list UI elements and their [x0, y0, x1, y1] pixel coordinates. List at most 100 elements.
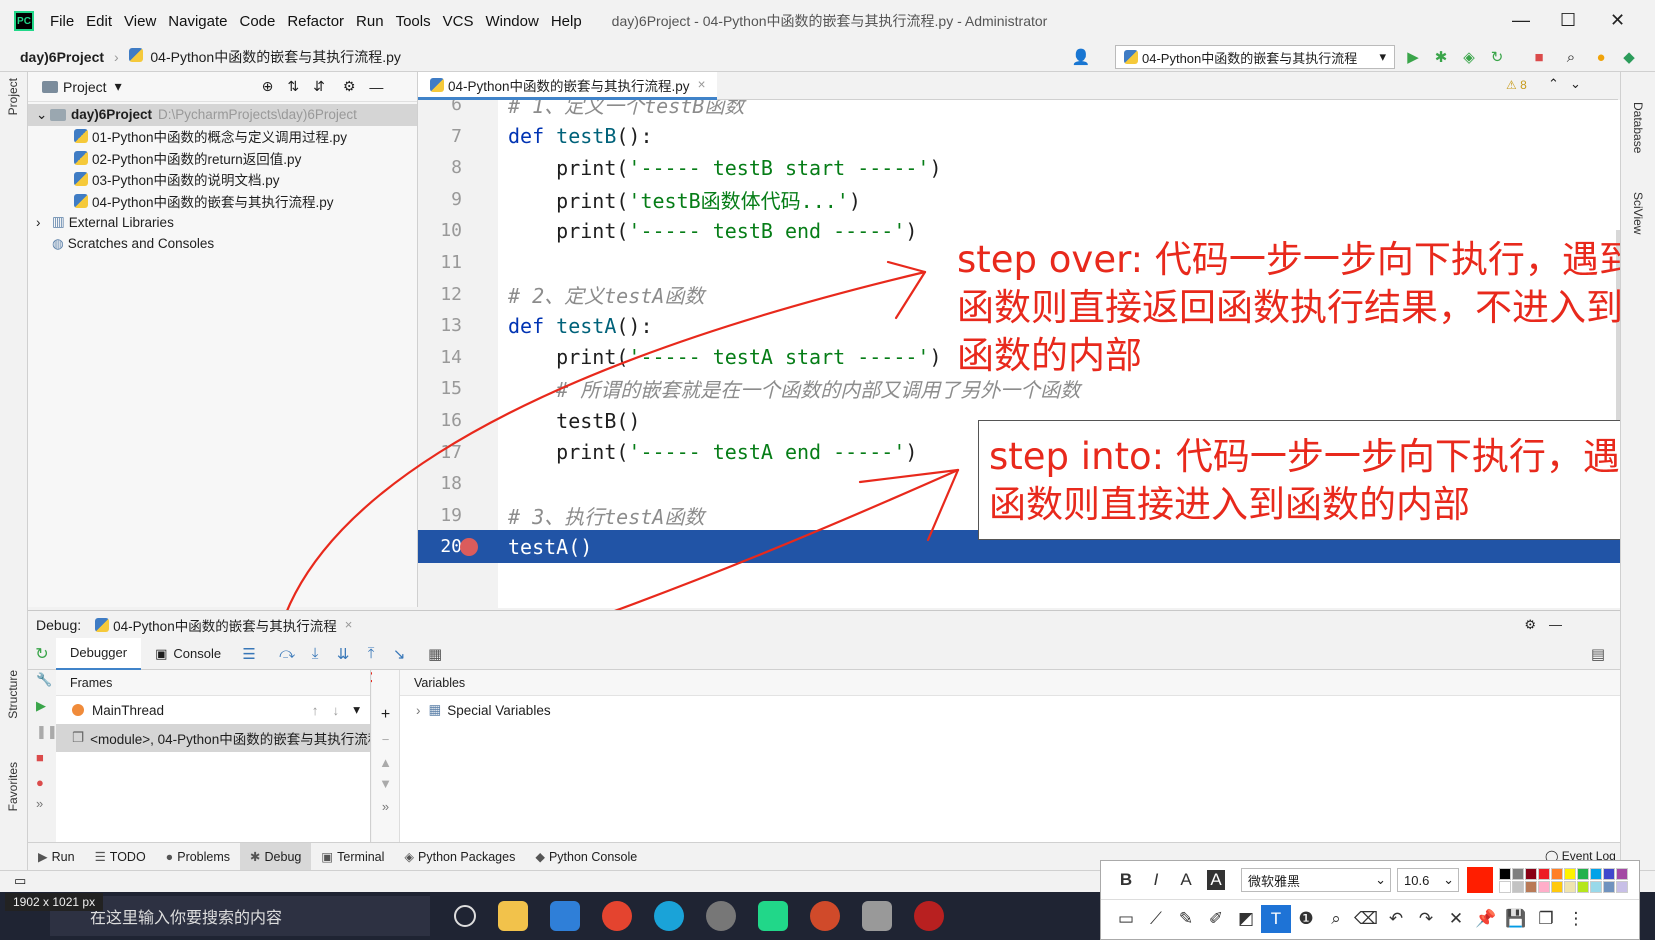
color-swatch[interactable]	[1603, 867, 1615, 880]
cancel-icon[interactable]: ✕	[1441, 905, 1471, 933]
color-swatch[interactable]	[1538, 867, 1550, 880]
wrench-icon[interactable]: 🔧	[36, 672, 56, 688]
down-arrow-icon[interactable]: ↓	[332, 703, 339, 718]
color-swatch[interactable]	[1499, 867, 1511, 880]
powerpoint-icon[interactable]	[810, 901, 840, 931]
special-variables-row[interactable]: › ▦ Special Variables	[400, 696, 1620, 724]
color-swatch[interactable]	[1564, 867, 1576, 880]
color-swatch[interactable]	[1577, 880, 1589, 893]
step-out-icon[interactable]: ⤒	[359, 642, 383, 666]
move-down-icon[interactable]: ▼	[372, 776, 399, 791]
more-icon[interactable]: ⋮	[1561, 905, 1591, 933]
color-swatch[interactable]	[1603, 880, 1615, 893]
color-swatch[interactable]	[1512, 880, 1524, 893]
menu-lines-icon[interactable]: ☰	[237, 642, 261, 666]
thread-select[interactable]: MainThread ↑ ↓ ▾	[56, 696, 370, 724]
tool-tab-todo[interactable]: ☰ TODO	[85, 843, 156, 871]
layout-icon[interactable]: ▭	[14, 873, 26, 889]
tool-tab-run[interactable]: ▶ Run	[28, 843, 85, 871]
remove-watch-icon[interactable]: −	[372, 732, 399, 747]
add-watch-icon[interactable]: +	[372, 706, 399, 724]
edge-icon[interactable]	[654, 901, 684, 931]
task-view-icon[interactable]	[454, 905, 476, 927]
step-into-icon[interactable]: ⤓	[303, 642, 327, 666]
mosaic-tool-icon[interactable]: ◩	[1231, 905, 1261, 933]
tool-tab-debug[interactable]: ✱ Debug	[240, 842, 312, 871]
eraser-tool-icon[interactable]: ⌫	[1351, 905, 1381, 933]
tab-console[interactable]: ▣ Console	[141, 638, 235, 670]
color-swatch[interactable]	[1512, 867, 1524, 880]
recorder-icon[interactable]	[914, 901, 944, 931]
chevron-down-icon: ⌄	[1443, 872, 1454, 887]
bold-button[interactable]: B	[1111, 866, 1141, 894]
chevron-down-icon[interactable]: ▾	[353, 702, 360, 718]
debug-side-controls: 🔧 ▶ ❚❚ ■ ● »	[36, 670, 58, 842]
magnifier-tool-icon[interactable]: ⌕	[1321, 905, 1351, 933]
variables-controls: + − ▲ ▼ »	[372, 670, 400, 842]
tool-tab-python-console[interactable]: ◆ Python Console	[525, 843, 647, 871]
rerun-icon[interactable]: ↻	[28, 644, 56, 664]
color-swatch[interactable]	[1551, 880, 1563, 893]
text-background-button[interactable]: A	[1201, 866, 1231, 894]
italic-button[interactable]: I	[1141, 866, 1171, 894]
save-icon[interactable]: 💾	[1501, 905, 1531, 933]
rectangle-tool-icon[interactable]: ▭	[1111, 905, 1141, 933]
close-tab-icon[interactable]: ×	[345, 617, 353, 632]
move-up-icon[interactable]: ▲	[372, 755, 399, 770]
copy-icon[interactable]: ❐	[1531, 905, 1561, 933]
evaluate-expression-icon[interactable]: ▦	[423, 642, 447, 666]
frame-row[interactable]: ❐ <module>, 04-Python中函数的嵌套与其执行流程	[56, 724, 370, 752]
text-tool-icon[interactable]: T	[1261, 904, 1291, 933]
redo-icon[interactable]: ↷	[1411, 905, 1441, 933]
chrome-icon[interactable]	[602, 901, 632, 931]
color-swatch[interactable]	[1538, 880, 1550, 893]
tool-tab-terminal[interactable]: ▣ Terminal	[311, 843, 394, 871]
database-tool-tab[interactable]: Database	[1631, 102, 1645, 153]
color-swatch[interactable]	[1499, 880, 1511, 893]
run-to-cursor-icon[interactable]: ↘	[387, 642, 411, 666]
pen-tool-icon[interactable]: ✎	[1171, 905, 1201, 933]
debug-session-tab[interactable]: 04-Python中函数的嵌套与其执行流程	[113, 615, 337, 635]
file-explorer-icon[interactable]	[498, 901, 528, 931]
line-tool-icon[interactable]: ⟋	[1141, 905, 1171, 933]
camera-app-icon[interactable]	[706, 901, 736, 931]
number-tool-icon[interactable]: ❶	[1291, 905, 1321, 933]
pin-icon[interactable]: 📌	[1471, 905, 1501, 933]
color-swatch[interactable]	[1525, 867, 1537, 880]
up-arrow-icon[interactable]: ↑	[312, 703, 319, 718]
sciview-tool-tab[interactable]: SciView	[1631, 192, 1645, 234]
color-swatch[interactable]	[1564, 880, 1576, 893]
font-size-select[interactable]: 10.6 ⌄	[1397, 868, 1459, 892]
taskbar-search-input[interactable]: 在这里输入你要搜索的内容	[50, 896, 430, 936]
view-breakpoints-icon[interactable]: ●	[36, 775, 56, 790]
tool-tab-python-packages[interactable]: ◈ Python Packages	[394, 843, 525, 871]
tool-tab-problems[interactable]: ● Problems	[156, 843, 240, 871]
color-swatch[interactable]	[1525, 880, 1537, 893]
resume-icon[interactable]: ▶	[36, 698, 56, 714]
layout-settings-icon[interactable]: ▤	[1586, 642, 1610, 666]
font-style-button[interactable]: A	[1171, 866, 1201, 894]
undo-icon[interactable]: ↶	[1381, 905, 1411, 933]
step-over-icon[interactable]: ⤼	[275, 642, 299, 666]
dictionary-app-icon[interactable]	[550, 901, 580, 931]
chevron-right-icon[interactable]: ›	[416, 703, 421, 718]
color-swatch[interactable]	[1590, 880, 1602, 893]
pycharm-task-icon[interactable]	[758, 901, 788, 931]
more-icon[interactable]: »	[36, 796, 56, 811]
tab-debugger[interactable]: Debugger	[56, 637, 142, 670]
current-color-swatch[interactable]	[1467, 867, 1493, 893]
more-icon[interactable]: »	[372, 799, 399, 814]
hide-icon[interactable]: —	[1549, 617, 1562, 632]
stop-icon[interactable]: ■	[36, 750, 56, 765]
color-swatch[interactable]	[1616, 867, 1628, 880]
color-swatch[interactable]	[1577, 867, 1589, 880]
marker-tool-icon[interactable]: ✐	[1201, 905, 1231, 933]
pause-icon[interactable]: ❚❚	[36, 724, 58, 740]
font-family-select[interactable]: 微软雅黑 ⌄	[1241, 868, 1391, 892]
color-swatch[interactable]	[1551, 867, 1563, 880]
color-swatch[interactable]	[1590, 867, 1602, 880]
gear-icon[interactable]: ⚙	[1524, 617, 1536, 633]
typora-icon[interactable]	[862, 901, 892, 931]
color-swatch[interactable]	[1616, 880, 1628, 893]
step-into-my-code-icon[interactable]: ⇊	[331, 642, 355, 666]
